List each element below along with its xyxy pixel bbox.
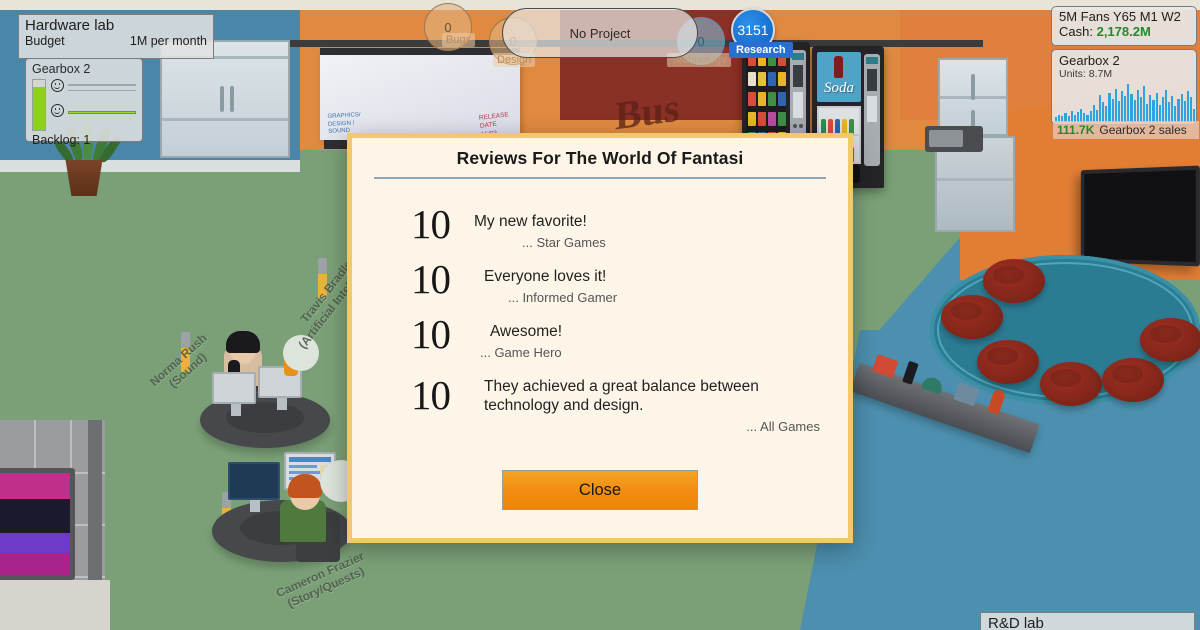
review-source: ... Game Hero — [480, 345, 562, 361]
review-score: 10 — [411, 200, 451, 247]
review-score: 10 — [411, 255, 451, 302]
reviews-list: 10 My new favorite! ... Star Games 10 Ev… — [352, 179, 848, 471]
review-score: 10 — [411, 311, 451, 358]
reviews-dialog: Reviews For The World Of Fantasi 10 My n… — [347, 133, 853, 543]
review-row: 10 They achieved a great balance between… — [374, 370, 826, 434]
review-quote: They achieved a great balance between te… — [484, 378, 759, 414]
review-source: ... Star Games — [522, 234, 606, 250]
review-quote: Awesome! — [490, 323, 563, 341]
review-source: ... All Games — [746, 418, 820, 434]
review-quote: My new favorite! — [474, 212, 587, 230]
modal-overlay: Reviews For The World Of Fantasi 10 My n… — [0, 0, 1200, 630]
review-row: 10 My new favorite! ... Star Games — [374, 200, 826, 250]
close-button[interactable]: Close — [502, 470, 698, 510]
review-quote: Everyone loves it! — [484, 267, 607, 285]
dialog-title: Reviews For The World Of Fantasi — [456, 148, 744, 168]
review-score: 10 — [411, 372, 451, 419]
review-source: ... Informed Gamer — [508, 290, 618, 306]
review-row: 10 Everyone loves it! ... Informed Gamer — [374, 255, 826, 306]
review-row: 10 Awesome! ... Game Hero — [374, 311, 826, 361]
